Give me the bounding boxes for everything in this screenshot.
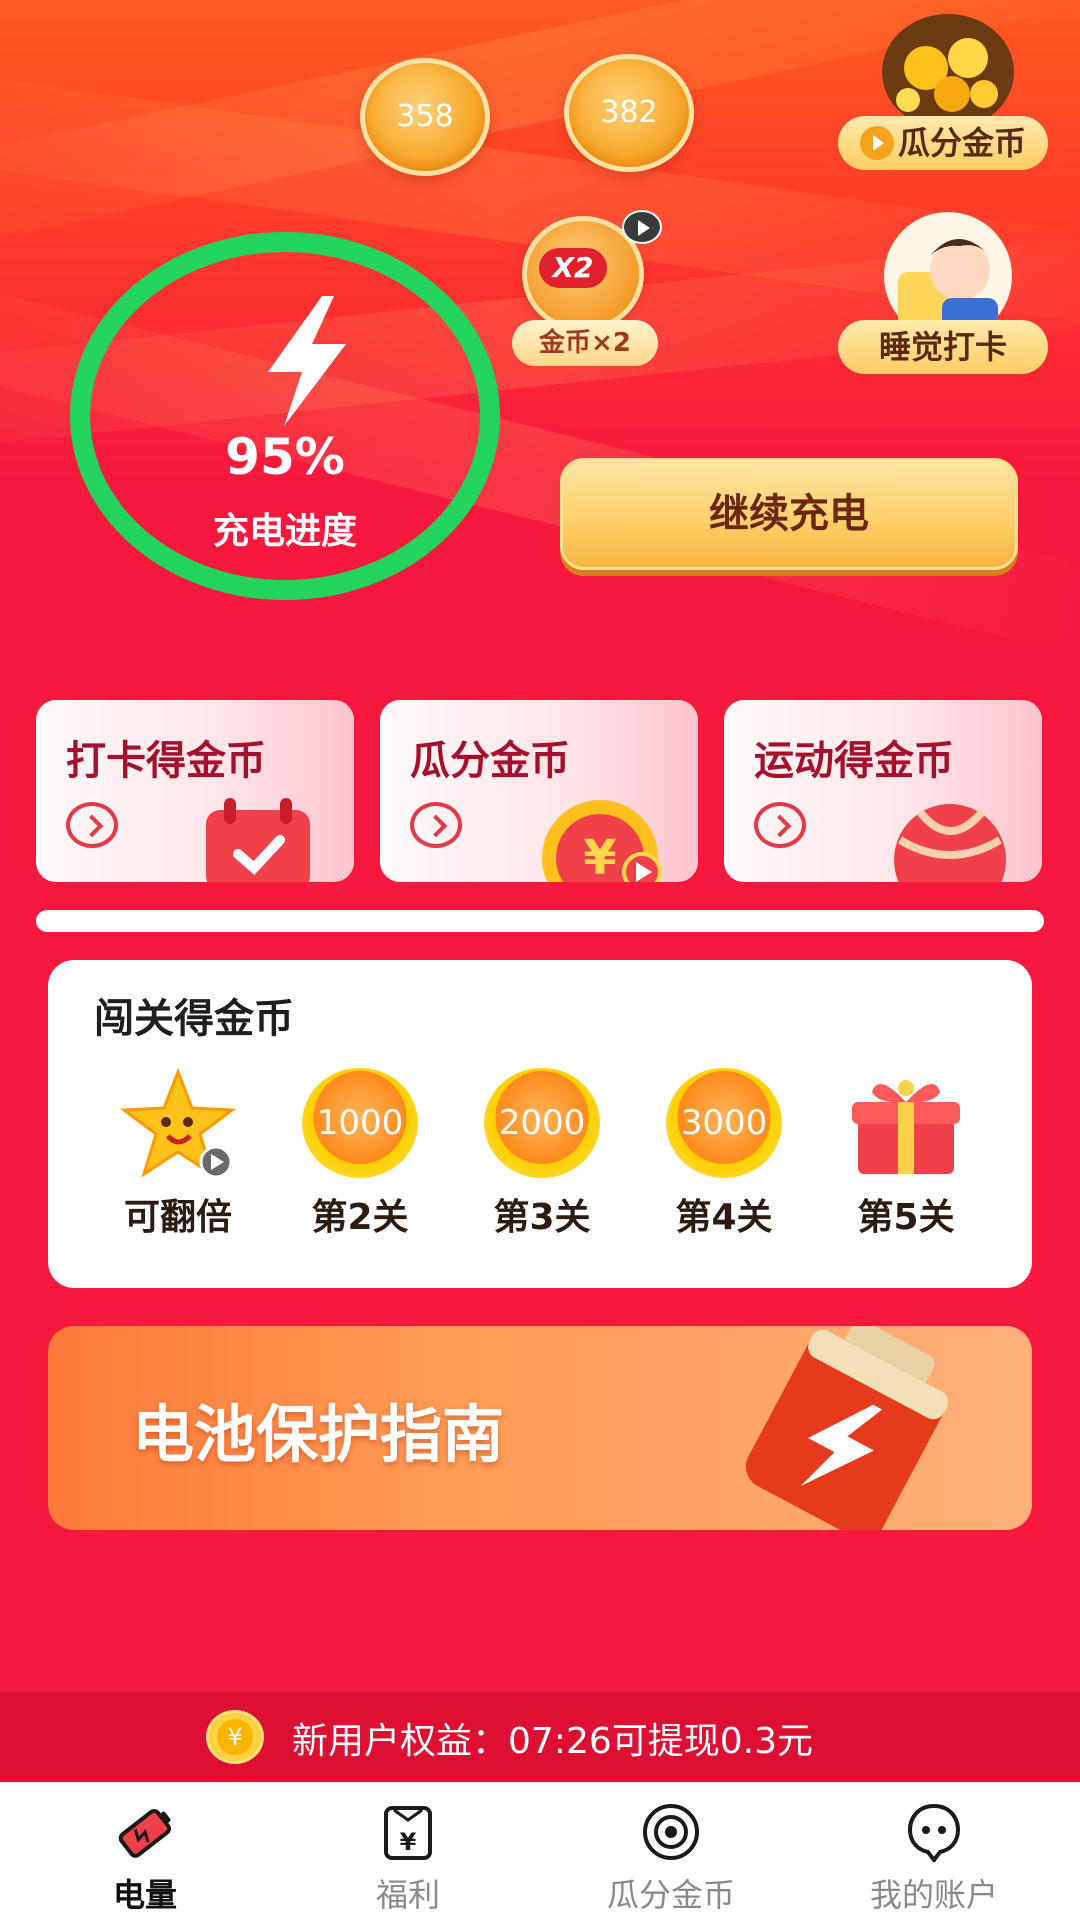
level-item-4[interactable]: 3000 第4关 <box>644 1068 804 1268</box>
task-card-split-coins[interactable]: 瓜分金币 ¥ <box>380 700 698 882</box>
target-icon <box>643 1804 699 1860</box>
banner-title: 电池保护指南 <box>132 1398 505 1471</box>
battery-guide-banner[interactable]: 电池保护指南 <box>48 1326 1032 1530</box>
level-coin-value: 1000 <box>316 1103 404 1143</box>
level-label: 可翻倍 <box>123 1197 232 1238</box>
floating-coin-2[interactable]: 382 <box>564 54 694 172</box>
sleep-checkin-button[interactable]: 睡觉打卡 <box>838 212 1048 382</box>
gold-pile-icon <box>882 14 1014 130</box>
chevron-right-icon <box>754 802 806 848</box>
level-item-2[interactable]: 1000 第2关 <box>280 1068 440 1268</box>
coin-icon: 1000 <box>302 1068 418 1178</box>
tab-battery[interactable]: 电量 <box>10 1782 280 1920</box>
floating-coin-value: 358 <box>396 99 454 134</box>
level-label: 第5关 <box>857 1197 955 1238</box>
level-item-5[interactable]: 第5关 <box>826 1068 986 1268</box>
levels-title: 闯关得金币 <box>94 996 294 1042</box>
bottom-tab-bar: 电量 ¥ 福利 瓜分金币 我的账户 <box>0 1782 1080 1920</box>
task-card-title: 运动得金币 <box>754 738 954 784</box>
ball-icon <box>894 804 1006 882</box>
level-item-3[interactable]: 2000 第3关 <box>462 1068 622 1268</box>
svg-text:¥: ¥ <box>583 830 616 882</box>
task-card-title: 瓜分金币 <box>410 738 570 784</box>
level-coin-value: 3000 <box>680 1103 768 1143</box>
tab-my-account[interactable]: 我的账户 <box>799 1782 1069 1920</box>
task-card-checkin[interactable]: 打卡得金币 <box>36 700 354 882</box>
task-card-title: 打卡得金币 <box>66 738 266 784</box>
floating-coin-value: 382 <box>600 95 658 130</box>
double-coin-button[interactable]: X2 金币×2 <box>510 210 662 370</box>
tab-welfare[interactable]: ¥ 福利 <box>273 1782 543 1920</box>
tab-label: 我的账户 <box>869 1876 998 1914</box>
charge-progress-label: 充电进度 <box>212 511 357 552</box>
user-face-icon <box>907 1803 961 1862</box>
charge-percent: 95% <box>225 428 345 486</box>
continue-charging-button[interactable]: 继续充电 <box>560 458 1018 570</box>
x2-badge: X2 <box>539 248 607 288</box>
play-icon <box>622 210 662 244</box>
coin-icon: 2000 <box>484 1068 600 1178</box>
sleep-checkin-label: 睡觉打卡 <box>838 320 1048 374</box>
lightning-bolt-icon <box>268 296 346 426</box>
yuan-bag-icon: ¥ <box>384 1806 432 1860</box>
level-label: 第4关 <box>675 1197 773 1238</box>
floating-coin-1[interactable]: 358 <box>360 58 490 176</box>
battery-icon <box>745 1326 948 1530</box>
notice-text: 新用户权益：07:26可提现0.3元 <box>292 1721 813 1762</box>
double-coin-label: 金币×2 <box>512 320 658 366</box>
new-user-notice[interactable]: ¥ 新用户权益：07:26可提现0.3元 <box>0 1692 1080 1782</box>
chevron-right-icon <box>66 802 118 848</box>
tab-label: 福利 <box>375 1876 440 1914</box>
level-label: 第3关 <box>493 1197 591 1238</box>
task-card-exercise[interactable]: 运动得金币 <box>724 700 1042 882</box>
level-coin-value: 2000 <box>498 1103 586 1143</box>
tab-split-coins[interactable]: 瓜分金币 <box>536 1782 806 1920</box>
split-coins-side-text: 瓜分金币 <box>897 124 1026 162</box>
calendar-check-icon <box>206 798 310 882</box>
split-coins-side-button[interactable]: 瓜分金币 <box>838 10 1048 170</box>
level-label: 第2关 <box>311 1197 409 1238</box>
yuan-coin-icon: ¥ <box>542 800 662 882</box>
level-item-double[interactable]: 可翻倍 <box>98 1068 258 1268</box>
charge-progress-ring: 95% 充电进度 <box>70 232 500 600</box>
tab-label: 瓜分金币 <box>606 1876 735 1914</box>
coin-icon: 3000 <box>666 1068 782 1178</box>
split-coins-side-label: 瓜分金币 <box>838 116 1048 170</box>
tab-label: 电量 <box>112 1876 177 1914</box>
chevron-right-icon <box>410 802 462 848</box>
svg-text:¥: ¥ <box>400 1828 417 1856</box>
levels-card: 闯关得金币 可翻倍 1000 第2关 2000 第3关 3000 第4关 第5关 <box>48 960 1032 1288</box>
divider-bar <box>36 910 1044 932</box>
star-icon <box>120 1068 236 1178</box>
yuan-coin-icon: ¥ <box>206 1710 264 1764</box>
gift-icon <box>852 1080 960 1174</box>
battery-icon <box>118 1809 171 1858</box>
play-icon <box>859 126 894 160</box>
